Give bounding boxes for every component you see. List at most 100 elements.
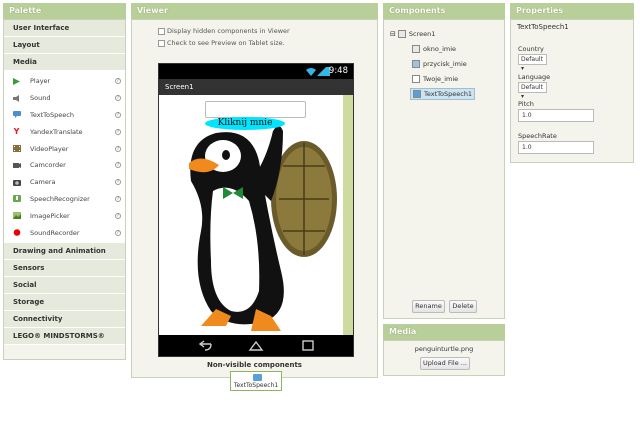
microphone-icon	[11, 194, 22, 204]
palette-item-label: Sound	[30, 94, 51, 103]
selected-component-name: TextToSpeech1	[517, 23, 569, 31]
recent-apps-icon[interactable]	[300, 339, 316, 351]
tablet-preview-checkbox[interactable]: Check to see Preview on Tablet size.	[158, 39, 285, 47]
back-icon[interactable]	[197, 340, 213, 351]
speechrate-input[interactable]: 1.0	[518, 141, 594, 154]
palette-item-label: YandexTranslate	[30, 127, 83, 136]
media-component-list: Player ? Sound ? TextToSpeech ? Y Yandex…	[4, 71, 125, 243]
wifi-icon	[306, 68, 316, 76]
picture-icon	[11, 211, 22, 221]
media-file-name[interactable]: penguinturtle.png	[384, 345, 504, 353]
help-icon[interactable]: ?	[115, 95, 121, 102]
nonvisible-item-label: TextToSpeech1	[233, 382, 279, 389]
nonvisible-texttospeech1[interactable]: TextToSpeech1	[230, 371, 282, 391]
palette-item-label: TextToSpeech	[30, 110, 74, 119]
textbox-icon	[412, 45, 420, 53]
help-icon[interactable]: ?	[115, 179, 121, 186]
palette-item-label: ImagePicker	[30, 211, 70, 220]
tree-item-okno-imie[interactable]: okno_imie	[412, 45, 456, 53]
app-inventor-designer: Palette User Interface Layout Media Play…	[0, 0, 640, 435]
category-sensors[interactable]: Sensors	[4, 259, 125, 277]
status-time: 9:48	[328, 66, 348, 76]
palette-item-camcorder[interactable]: Camcorder ?	[4, 157, 125, 174]
palette-item-sound[interactable]: Sound ?	[4, 90, 125, 107]
tree-item-label: TextToSpeech1	[424, 90, 473, 98]
category-user-interface[interactable]: User Interface	[4, 20, 125, 37]
palette-item-camera[interactable]: Camera ?	[4, 174, 125, 191]
checkbox-label: Display hidden components in Viewer	[167, 27, 290, 35]
media-panel: Media penguinturtle.png Upload File ...	[383, 324, 505, 376]
components-panel: Components ⊟ Screen1 okno_imie przycisk_…	[383, 3, 505, 319]
checkbox-box[interactable]	[158, 27, 165, 35]
screen-icon	[397, 30, 406, 38]
upload-file-button[interactable]: Upload File ...	[420, 357, 470, 370]
palette-item-imagepicker[interactable]: ImagePicker ?	[4, 207, 125, 224]
button-icon	[412, 60, 420, 68]
phone-preview: 9:48 Screen1 Kliknij mnie	[158, 63, 354, 357]
play-icon	[11, 76, 22, 86]
help-icon[interactable]: ?	[115, 162, 121, 169]
category-lego-mindstorms[interactable]: LEGO® MINDSTORMS®	[4, 327, 125, 345]
palette-item-videoplayer[interactable]: VideoPlayer ?	[4, 140, 125, 157]
signal-icon	[317, 67, 326, 76]
help-icon[interactable]: ?	[115, 78, 121, 85]
palette-item-yandextranslate[interactable]: Y YandexTranslate ?	[4, 123, 125, 140]
media-title: Media	[383, 324, 505, 340]
tree-item-label: Twoje_imie	[423, 75, 459, 83]
collapse-icon[interactable]: ⊟	[390, 30, 396, 38]
palette-item-speechrecognizer[interactable]: SpeechRecognizer ?	[4, 191, 125, 208]
category-social[interactable]: Social	[4, 276, 125, 294]
country-select[interactable]: Default ▾	[518, 54, 547, 72]
help-icon[interactable]: ?	[115, 145, 121, 152]
screen-title-bar: Screen1	[159, 79, 353, 95]
pitch-input[interactable]: 1.0	[518, 109, 594, 122]
hidden-components-checkbox[interactable]: Display hidden components in Viewer	[158, 27, 290, 35]
category-layout[interactable]: Layout	[4, 37, 125, 54]
speech-bubble-icon	[11, 110, 22, 120]
tree-item-screen1[interactable]: ⊟ Screen1	[390, 30, 435, 38]
help-icon[interactable]: ?	[115, 128, 121, 135]
screen-scrollbar[interactable]	[343, 95, 353, 337]
palette-title: Palette	[3, 3, 126, 19]
palette-item-player[interactable]: Player ?	[4, 73, 125, 90]
language-select[interactable]: Default ▾	[518, 82, 547, 100]
palette-item-label: Camera	[30, 178, 56, 187]
rename-button[interactable]: Rename	[412, 300, 445, 313]
android-nav-bar	[159, 335, 353, 356]
help-icon[interactable]: ?	[115, 229, 121, 236]
speechrate-label: SpeechRate	[518, 132, 557, 140]
language-label: Language	[518, 73, 551, 81]
help-icon[interactable]: ?	[115, 111, 121, 118]
camcorder-icon	[11, 160, 22, 170]
help-icon[interactable]: ?	[115, 212, 121, 219]
delete-button[interactable]: Delete	[449, 300, 477, 313]
country-label: Country	[518, 45, 544, 53]
palette-panel: Palette User Interface Layout Media Play…	[3, 3, 126, 360]
category-storage[interactable]: Storage	[4, 293, 125, 311]
palette-item-texttospeech[interactable]: TextToSpeech ?	[4, 107, 125, 124]
tree-item-texttospeech1[interactable]: TextToSpeech1	[410, 88, 476, 100]
film-icon	[11, 144, 22, 154]
palette-item-soundrecorder[interactable]: SoundRecorder ?	[4, 224, 125, 241]
nonvisible-components-title: Non-visible components	[207, 361, 302, 369]
speaker-icon	[11, 93, 22, 103]
palette-item-label: SpeechRecognizer	[30, 194, 90, 203]
category-connectivity[interactable]: Connectivity	[4, 310, 125, 328]
help-icon[interactable]: ?	[115, 195, 121, 202]
phone-screen: Kliknij mnie	[159, 95, 353, 337]
penguin-turtle-image[interactable]	[171, 121, 341, 336]
category-media[interactable]: Media	[4, 54, 125, 71]
tree-item-przycisk-imie[interactable]: przycisk_imie	[412, 60, 467, 68]
tree-item-twoje-imie[interactable]: Twoje_imie	[412, 75, 458, 83]
camera-icon	[11, 177, 22, 187]
kliknij-mnie-button[interactable]: Kliknij mnie	[205, 117, 285, 130]
home-icon[interactable]	[248, 339, 264, 351]
palette-item-label: VideoPlayer	[30, 144, 69, 153]
speech-bubble-icon	[253, 374, 262, 381]
checkbox-box[interactable]	[158, 39, 165, 47]
okno-imie-textbox[interactable]	[205, 101, 306, 118]
checkbox-label: Check to see Preview on Tablet size.	[167, 39, 285, 47]
tree-item-label: okno_imie	[423, 45, 457, 53]
category-drawing-and-animation[interactable]: Drawing and Animation	[4, 242, 125, 260]
tree-item-label: Screen1	[408, 30, 436, 38]
